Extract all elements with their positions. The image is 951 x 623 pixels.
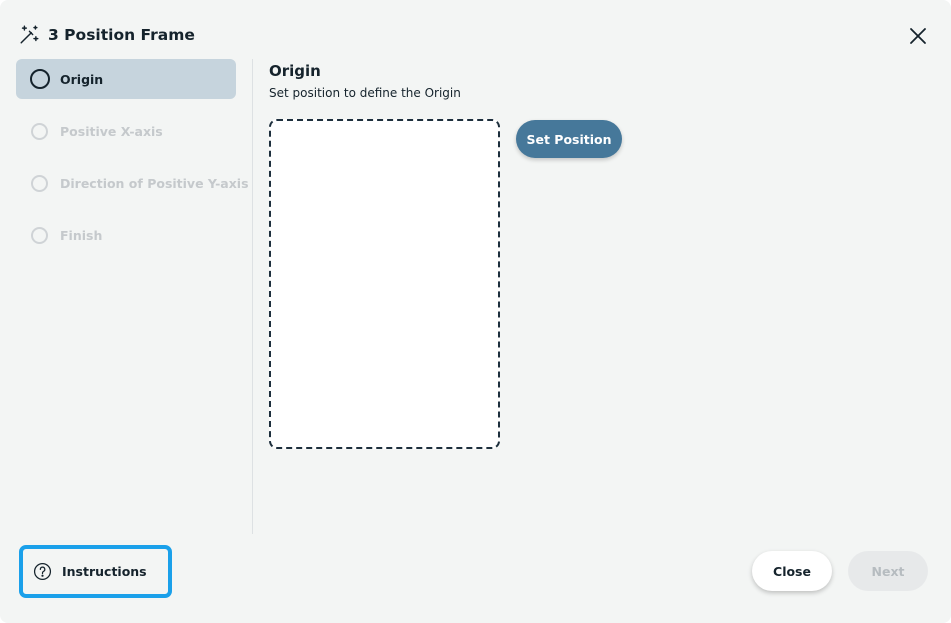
- content-subtitle: Set position to define the Origin: [269, 86, 461, 100]
- three-position-frame-dialog: 3 Position Frame Origin Positive X-axis …: [0, 0, 951, 623]
- step-label: Positive X-axis: [60, 123, 163, 139]
- step-circle-icon: [31, 174, 48, 192]
- magic-wand-icon: [20, 25, 39, 44]
- question-circle-icon: [33, 562, 52, 581]
- step-circle-icon: [30, 69, 50, 89]
- step-circle-icon: [31, 122, 48, 140]
- set-position-button[interactable]: Set Position: [516, 120, 622, 158]
- step-label: Direction of Positive Y-axis: [60, 175, 249, 191]
- step-positive-x-axis: Positive X-axis: [16, 111, 236, 151]
- step-finish: Finish: [16, 215, 236, 255]
- next-button[interactable]: Next: [848, 551, 928, 591]
- close-icon[interactable]: [906, 24, 930, 48]
- panel-divider: [252, 59, 253, 534]
- dialog-title: 3 Position Frame: [48, 26, 195, 44]
- step-origin[interactable]: Origin: [16, 59, 236, 99]
- step-circle-icon: [31, 226, 48, 244]
- step-direction-positive-y-axis: Direction of Positive Y-axis: [16, 163, 249, 203]
- step-list: Origin Positive X-axis Direction of Posi…: [16, 59, 249, 267]
- step-label: Finish: [60, 227, 103, 243]
- instructions-label: Instructions: [62, 564, 147, 579]
- step-label: Origin: [60, 71, 104, 87]
- content-title: Origin: [269, 62, 321, 80]
- close-button[interactable]: Close: [752, 551, 832, 591]
- dialog-header: 3 Position Frame: [18, 24, 195, 46]
- position-preview-area: [269, 119, 500, 449]
- instructions-button[interactable]: Instructions: [19, 545, 172, 598]
